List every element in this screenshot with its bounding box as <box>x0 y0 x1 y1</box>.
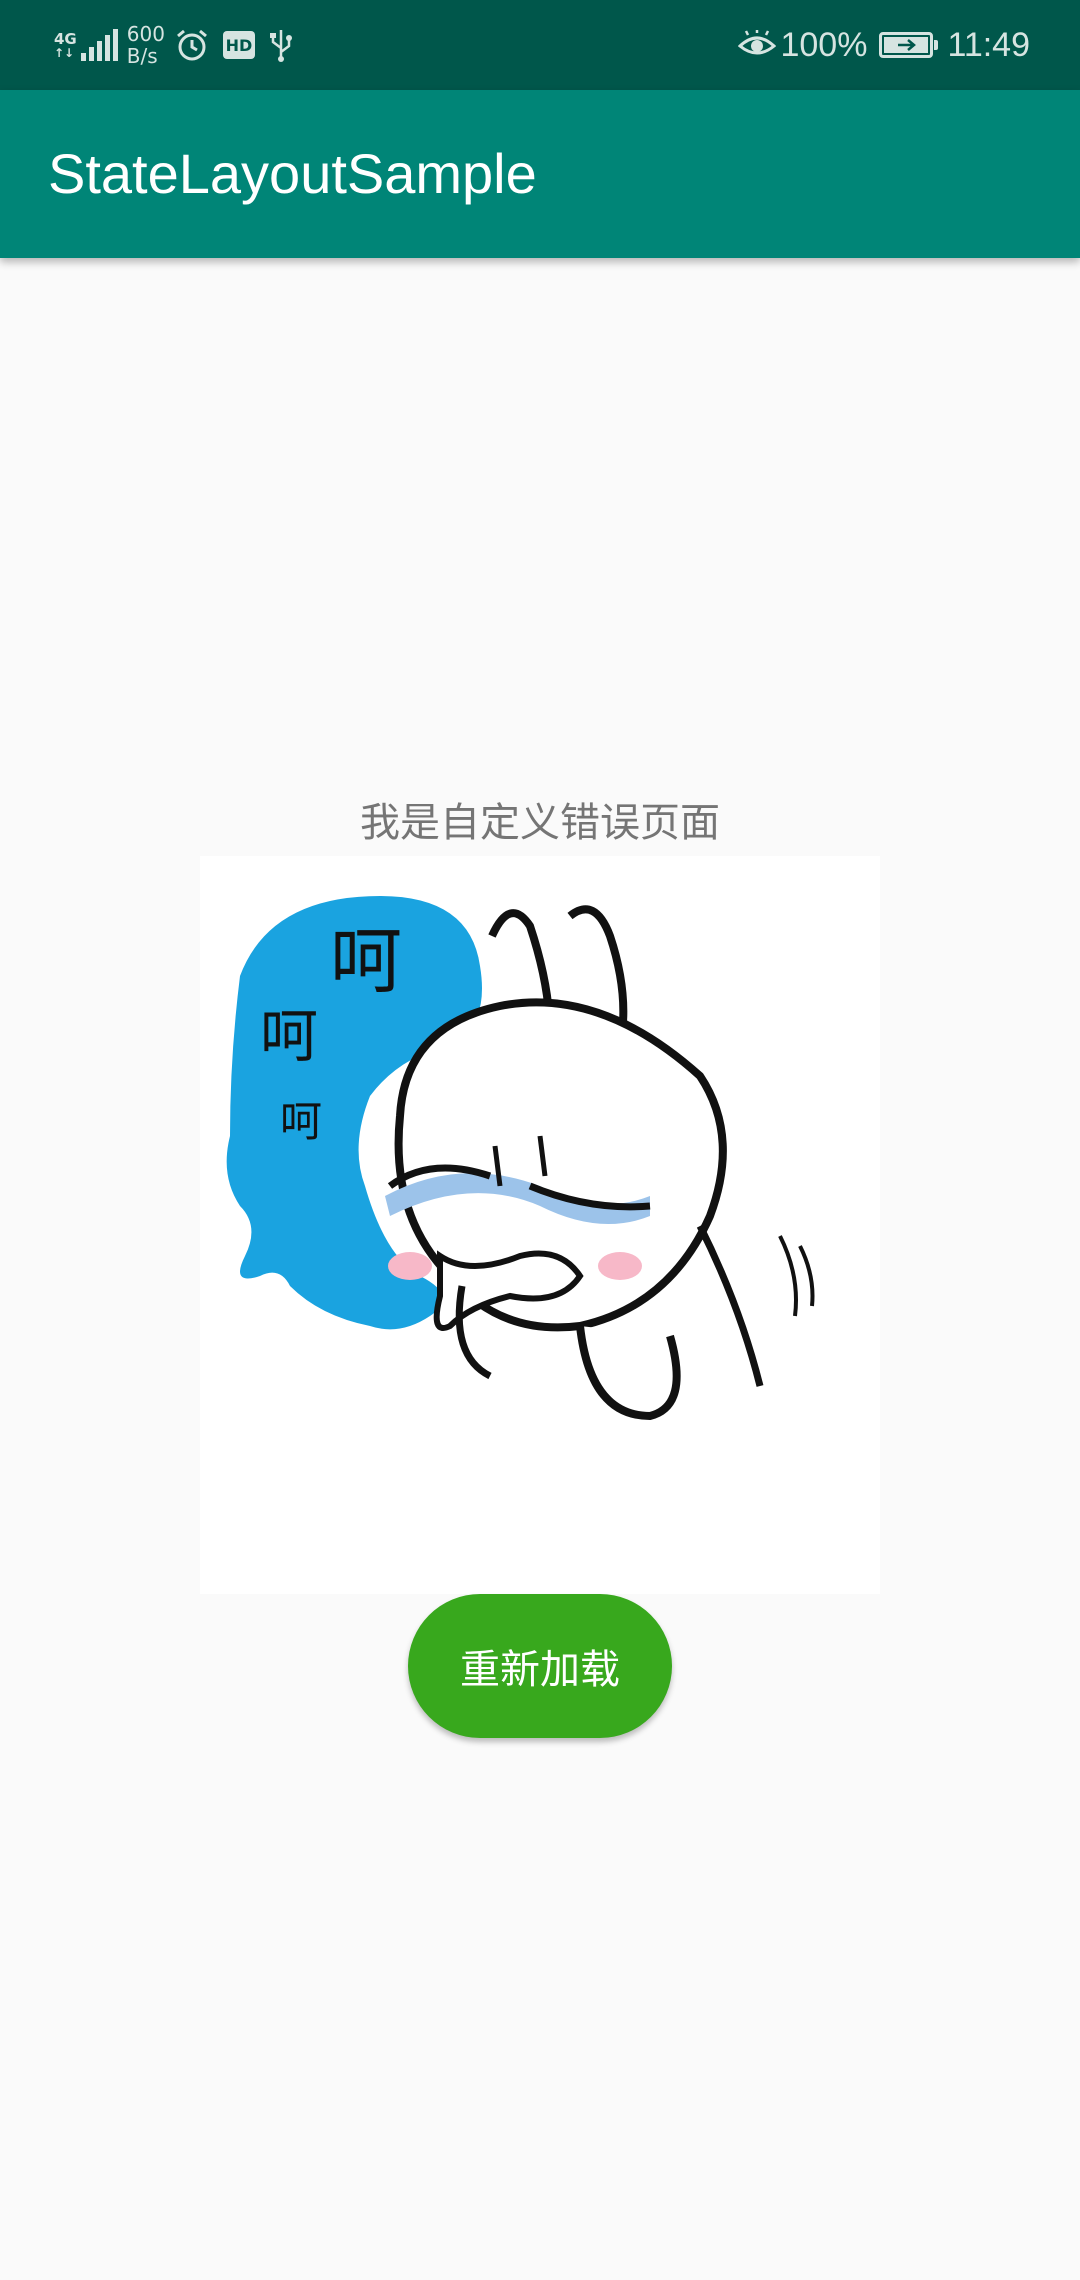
app-title: StateLayoutSample <box>48 142 537 205</box>
net-speed-value: 600 <box>126 22 165 46</box>
speech-char-large: 呵 <box>330 919 402 1003</box>
net-speed-unit: B/s <box>126 44 158 68</box>
status-bar-left: 4G ↑↓ 600 B/s HD <box>54 0 293 90</box>
net-speed: 600 B/s <box>127 23 165 67</box>
status-bar: 4G ↑↓ 600 B/s HD 100% 11:49 <box>0 0 1080 90</box>
signal-icon: 4G ↑↓ <box>54 29 119 61</box>
network-type-label: 4G <box>54 30 77 48</box>
eye-comfort-icon <box>738 30 777 60</box>
clock: 11:49 <box>947 25 1030 64</box>
speech-char-small: 呵 <box>280 1097 322 1146</box>
usb-icon <box>269 28 293 62</box>
reload-button[interactable]: 重新加载 <box>408 1594 672 1738</box>
battery-icon <box>879 32 939 58</box>
alarm-icon <box>175 28 209 62</box>
speech-char-medium: 呵 <box>260 1002 318 1070</box>
error-message: 我是自定义错误页面 <box>360 800 720 846</box>
battery-percent: 100% <box>780 25 868 64</box>
error-illustration: 呵 呵 呵 <box>200 856 880 1594</box>
app-bar: StateLayoutSample <box>0 90 1080 258</box>
hd-icon: HD <box>222 31 255 59</box>
status-bar-right: 100% 11:49 <box>738 0 1030 90</box>
error-page: 我是自定义错误页面 呵 呵 呵 重新加载 <box>0 258 1080 2280</box>
